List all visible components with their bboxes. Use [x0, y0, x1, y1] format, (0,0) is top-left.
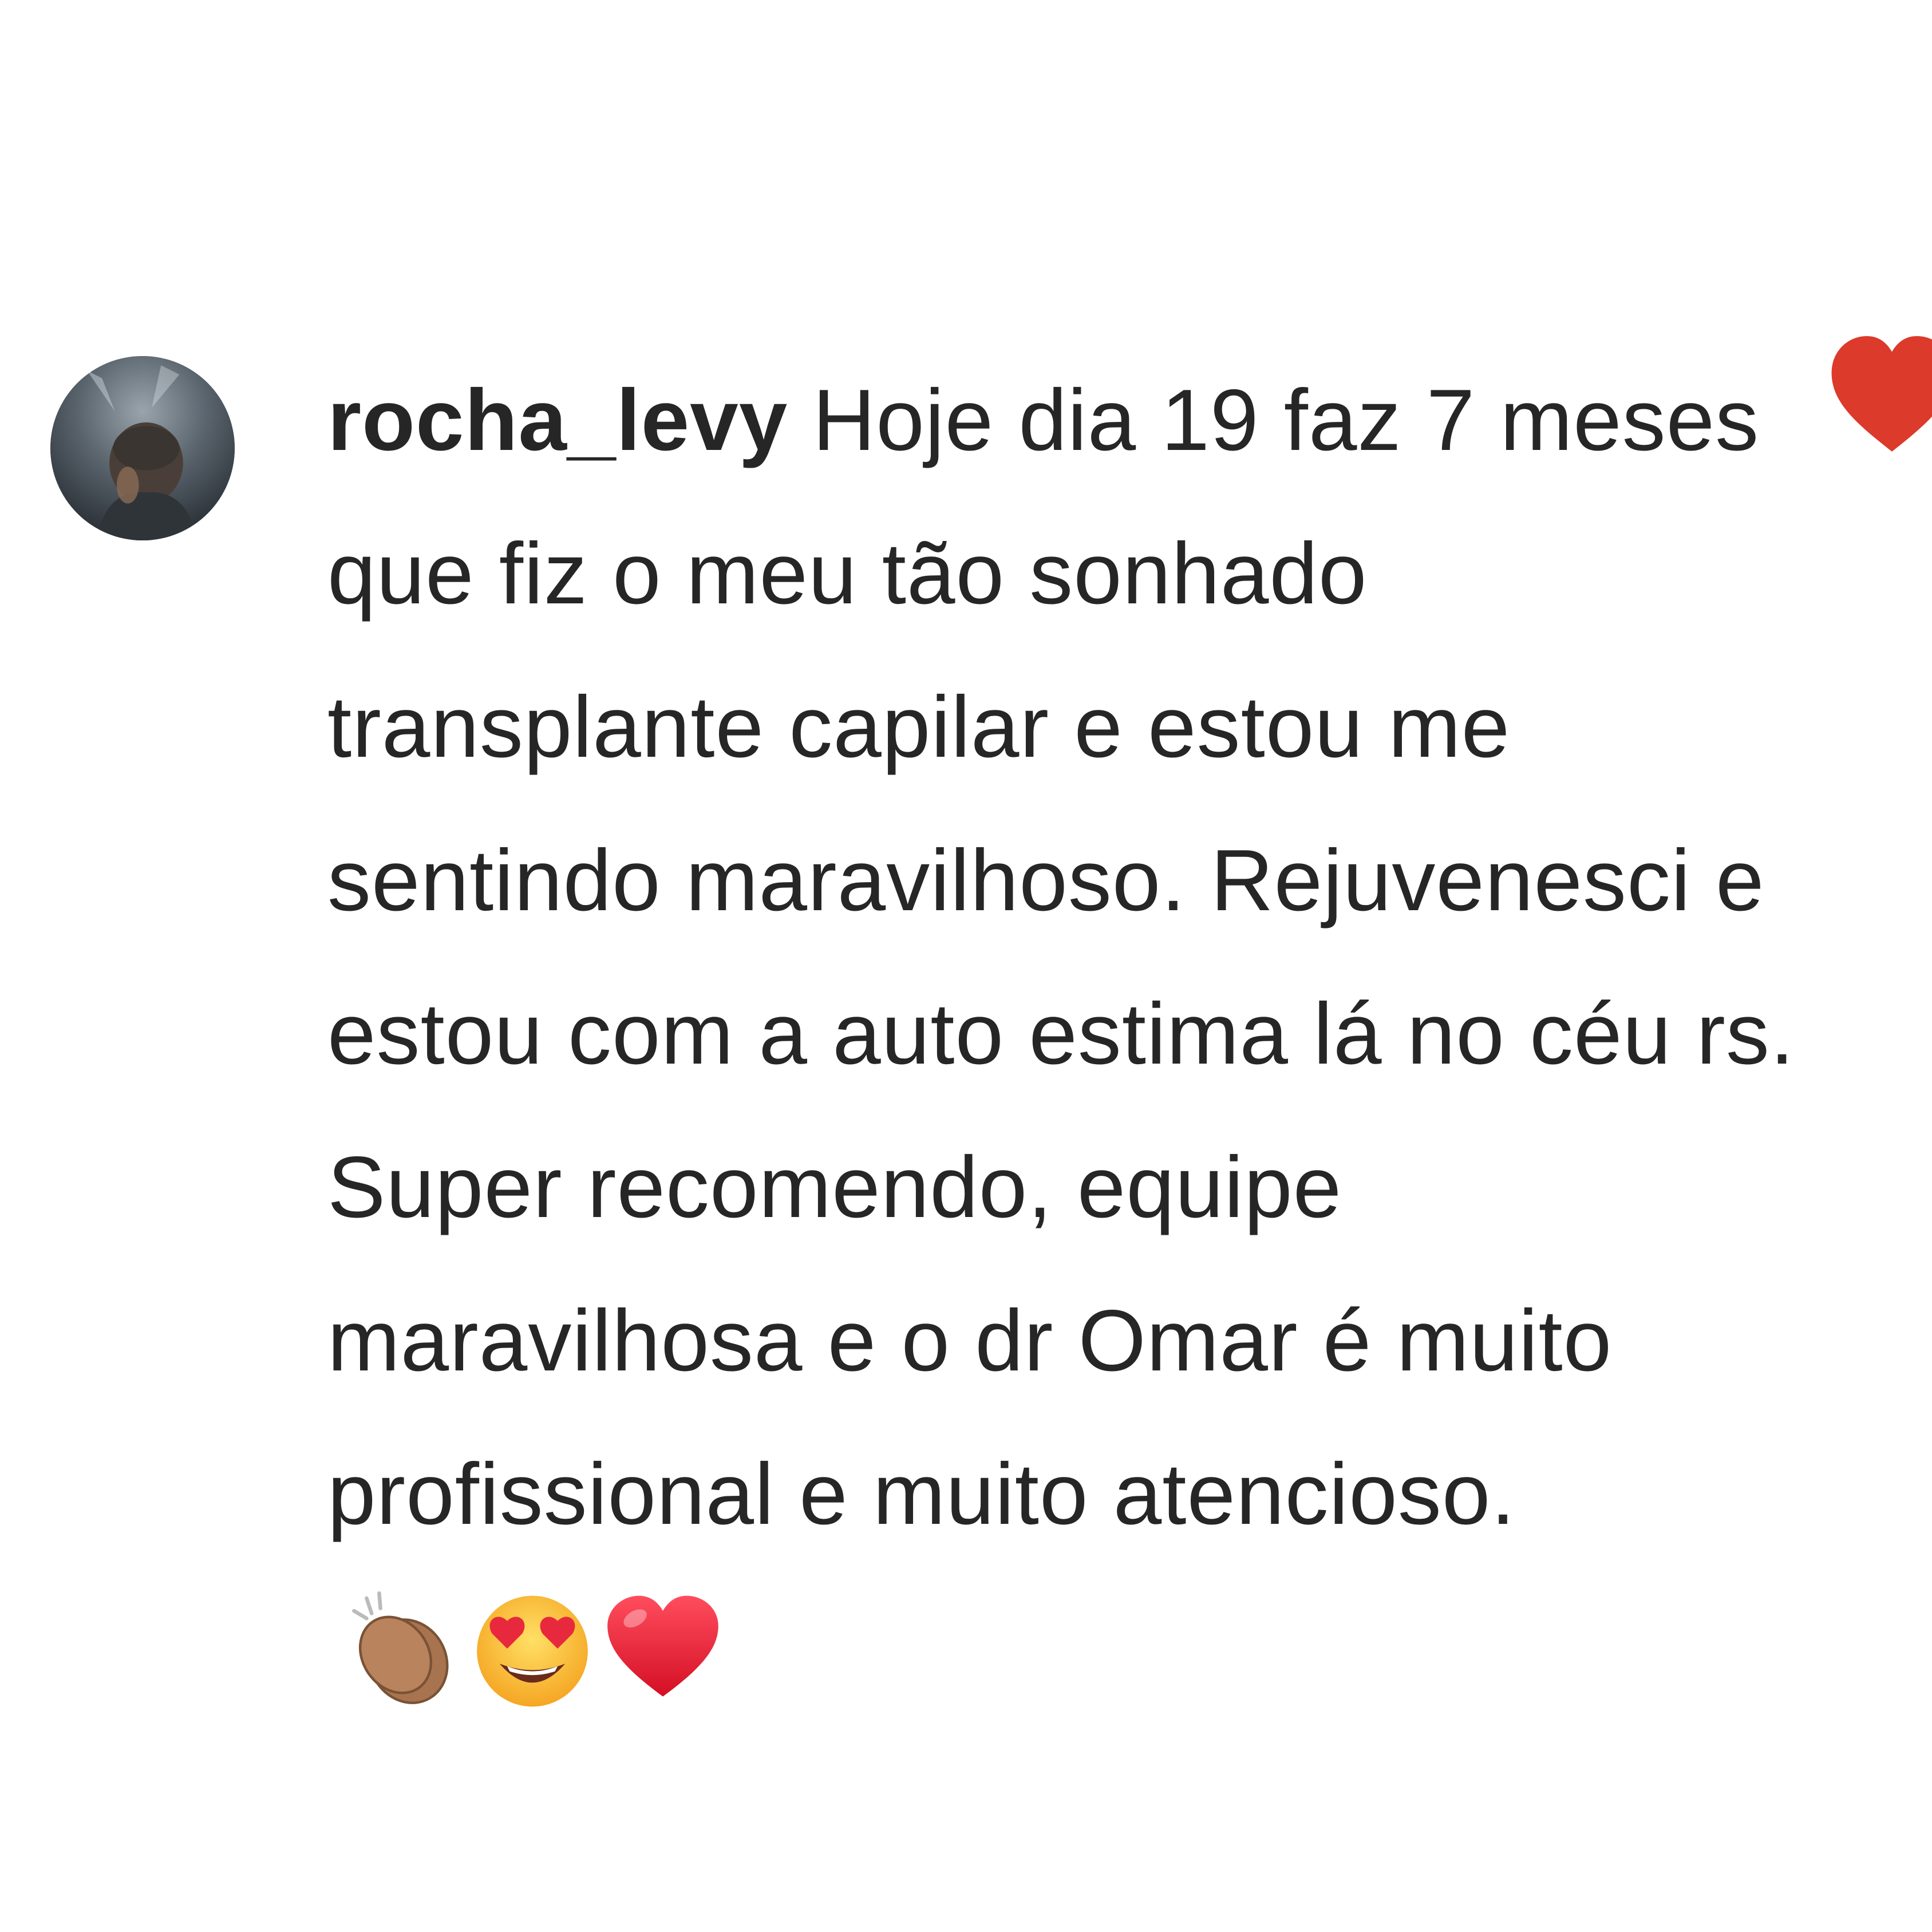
avatar[interactable] — [50, 356, 235, 540]
like-button[interactable] — [1826, 331, 1932, 457]
clapping-hands-icon — [339, 1586, 465, 1712]
emoji-group — [339, 1565, 730, 1718]
heart-eyes-face-icon — [469, 1586, 595, 1712]
comment-username[interactable]: rocha_levy — [327, 372, 788, 469]
comment-item: rocha_levy Hoje dia 19 faz 7 meses que f… — [0, 0, 1932, 1932]
heart-icon — [1831, 336, 1932, 452]
comment-text: Hoje dia 19 faz 7 meses que fiz o meu tã… — [327, 372, 1795, 1543]
profile-photo — [50, 356, 235, 540]
comment-body: rocha_levy Hoje dia 19 faz 7 meses que f… — [327, 343, 1827, 1731]
red-heart-icon — [600, 1586, 726, 1712]
